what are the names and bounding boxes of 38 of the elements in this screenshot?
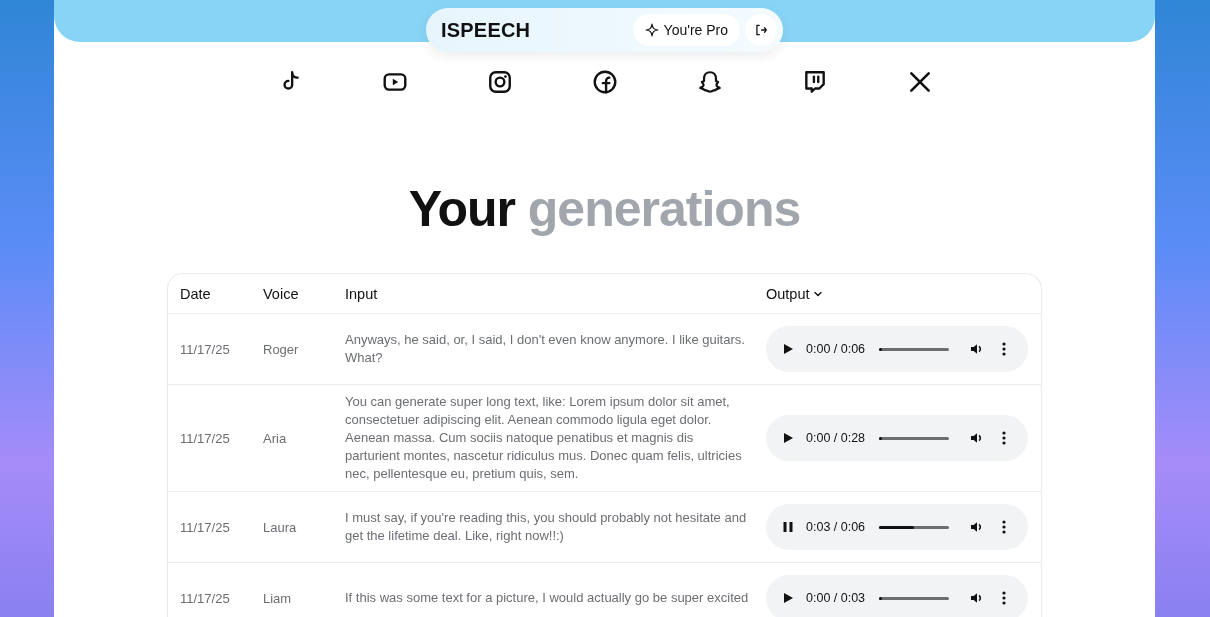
date-cell-text: 11/17/25 [179, 341, 231, 357]
more-options-icon[interactable] [1002, 520, 1007, 534]
more-options-icon[interactable] [1002, 431, 1007, 445]
brand-logo[interactable]: ISPEECH [441, 18, 531, 42]
progress-track[interactable] [879, 347, 950, 351]
f-logo-icon[interactable] [591, 69, 618, 95]
time-readout: 0:03 / 0:06 [806, 520, 866, 534]
output-sort-button[interactable]: Output [766, 285, 823, 302]
column-header: Voice [263, 285, 300, 302]
more-options-icon[interactable] [1002, 342, 1007, 356]
more-options-icon[interactable] [1002, 591, 1007, 605]
progress-track[interactable] [879, 436, 950, 440]
time-readout: 0:00 / 0:06 [806, 342, 866, 356]
input-text-cell-text: Anyways, he said, or, I said, I don't even know anymore. I like guitars. What? [345, 331, 746, 367]
date-cell-text: 11/17/25 [179, 430, 231, 446]
date-cell-text: 11/17/25 [179, 590, 231, 606]
time-readout: 0:00 / 0:28 [806, 431, 866, 445]
logout-icon [754, 23, 768, 37]
date-cell-text: 11/17/25 [179, 519, 231, 535]
sparkle-icon [644, 23, 659, 37]
input-text-cell-text: You can generate super long text, like: Lorem ipsum dolor sit amet, consectetuer adipiscing elit. Aenean commodo ligula eget dolor. Aenean massa. Cum sociis natoque penatibus et magnis dis parturient montes, nascetur ridiculus mus. Donec quam felis, ultricies nec, pellentesque eu, pretium quis, sem. [345, 393, 743, 483]
progress-track[interactable] [879, 596, 950, 600]
voice-cell-text: Laura [263, 519, 298, 535]
input-text-cell-text: If this was some text for a picture, I would actually go be super excited [345, 589, 750, 607]
logout-button[interactable] [745, 14, 777, 46]
ghost-icon[interactable] [696, 69, 723, 95]
voice-cell-text: Roger [263, 341, 300, 357]
progress-track[interactable] [879, 525, 950, 529]
voice-cell-text: Aria [263, 430, 288, 446]
time-readout: 0:00 / 0:03 [806, 591, 866, 605]
camera-icon[interactable] [486, 69, 513, 95]
column-header: Input [345, 285, 379, 302]
input-text-cell-text: I must say, if you're reading this, you should probably not hesitate and get the lifetime deal. Like, right now!!:) [345, 509, 748, 545]
column-header: Date [179, 285, 212, 302]
pro-button[interactable]: You're Pro [632, 14, 740, 46]
voice-cell-text: Liam [263, 590, 293, 606]
page-title: Your generations [408, 180, 801, 239]
pause-button[interactable] [782, 520, 796, 534]
